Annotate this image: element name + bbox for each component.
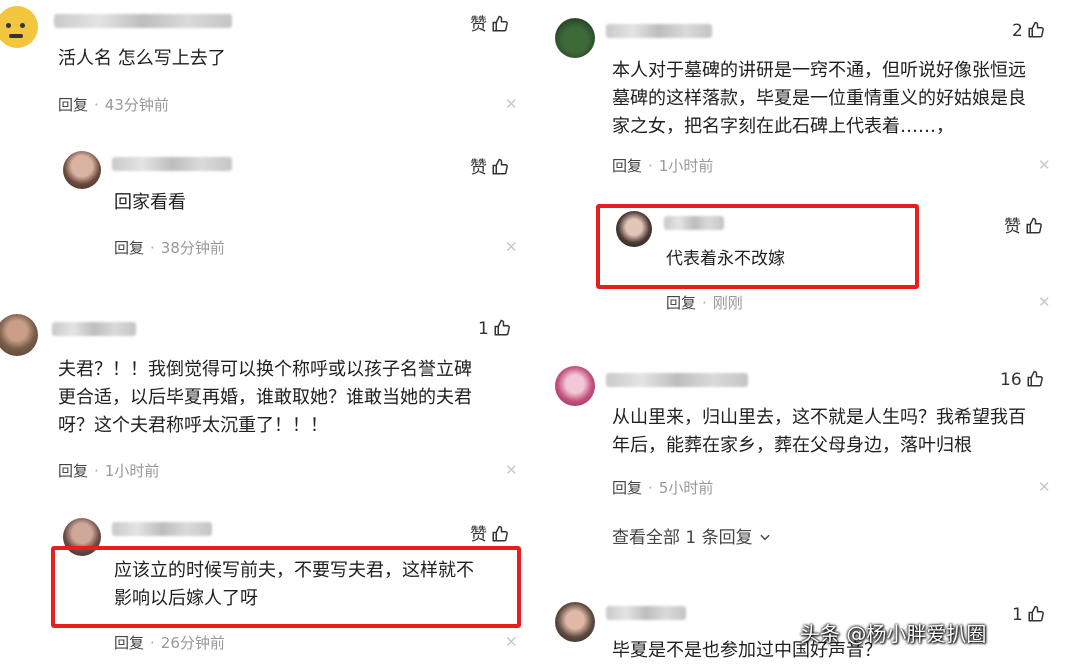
- comment-text-line: 家之女，把名字刻在此石碑上代表着……，: [612, 116, 954, 137]
- like-button[interactable]: 赞: [1004, 212, 1043, 237]
- like-button[interactable]: 1: [478, 319, 511, 339]
- close-icon[interactable]: ✕: [1038, 156, 1051, 174]
- username-blurred[interactable]: [52, 322, 136, 336]
- like-button[interactable]: 赞: [470, 520, 509, 545]
- like-button[interactable]: 赞: [470, 153, 509, 178]
- close-icon[interactable]: ✕: [505, 633, 518, 651]
- avatar[interactable]: [63, 151, 101, 189]
- thumbs-up-icon: [1026, 217, 1042, 234]
- username-blurred[interactable]: [606, 24, 712, 38]
- reply-button[interactable]: 回复: [114, 239, 144, 257]
- chevron-down-icon: [760, 534, 770, 541]
- timestamp: 26分钟前: [160, 634, 225, 652]
- view-all-replies-link[interactable]: 查看全部 1 条回复: [612, 523, 772, 548]
- like-button[interactable]: 赞: [470, 10, 509, 35]
- avatar[interactable]: [555, 366, 595, 406]
- comment-text-line: 呀？这个夫君称呼太沉重了！！！: [58, 415, 328, 436]
- close-icon[interactable]: ✕: [1038, 293, 1051, 311]
- close-icon[interactable]: ✕: [505, 461, 518, 479]
- comment-text-line: 本人对于墓碑的讲研是一窍不通，但听说好像张恒远: [612, 60, 1026, 81]
- username-blurred[interactable]: [664, 216, 724, 230]
- reply-text: 代表着永不改嫁: [666, 249, 785, 269]
- reply-text-line: 影响以后嫁人了呀: [114, 588, 258, 609]
- timestamp: 1小时前: [658, 157, 714, 175]
- thumbs-up-icon: [492, 525, 508, 542]
- comment-text-line: 年后，能葬在家乡，葬在父母身边，落叶归根: [612, 435, 972, 456]
- reply-button[interactable]: 回复: [612, 479, 642, 497]
- username-blurred[interactable]: [606, 606, 686, 620]
- comment-text-line: 更合适，以后毕夏再婚，谁敢取她？谁敢当她的夫君: [58, 387, 472, 408]
- reply-button[interactable]: 回复: [58, 462, 88, 480]
- comment-meta: 回复 · 1小时前: [58, 462, 160, 480]
- reply-button[interactable]: 回复: [612, 157, 642, 175]
- timestamp: 43分钟前: [104, 96, 169, 114]
- comment-meta: 回复 · 43分钟前: [58, 96, 169, 114]
- comment-meta: 回复 · 5小时前: [612, 479, 714, 497]
- reply-button[interactable]: 回复: [114, 634, 144, 652]
- thumbs-up-icon: [492, 15, 508, 32]
- comment-text-line: 墓碑的这样落款，毕夏是一位重情重义的好姑娘是良: [612, 88, 1026, 109]
- timestamp: 5小时前: [658, 479, 714, 497]
- reply-meta: 回复 · 26分钟前: [114, 634, 225, 652]
- close-icon[interactable]: ✕: [505, 238, 518, 256]
- comment-text-line: 从山里来，归山里去，这不就是人生吗？我希望我百: [612, 407, 1026, 428]
- reply-button[interactable]: 回复: [58, 96, 88, 114]
- avatar[interactable]: [0, 314, 38, 356]
- reply-meta: 回复 · 刚刚: [666, 294, 743, 312]
- timestamp: 38分钟前: [160, 239, 225, 257]
- reply-button[interactable]: 回复: [666, 294, 696, 312]
- thumbs-up-icon: [1028, 605, 1044, 622]
- avatar[interactable]: [555, 602, 595, 642]
- avatar[interactable]: [555, 18, 595, 58]
- timestamp: 刚刚: [712, 294, 743, 312]
- comment-meta: 回复 · 1小时前: [612, 157, 714, 175]
- reply-text: 回家看看: [114, 192, 186, 213]
- thumbs-up-icon: [1027, 370, 1043, 387]
- username-blurred[interactable]: [112, 157, 232, 171]
- reply-meta: 回复 · 38分钟前: [114, 239, 225, 257]
- username-blurred[interactable]: [606, 373, 748, 387]
- username-blurred[interactable]: [54, 14, 232, 28]
- like-button[interactable]: 2: [1012, 21, 1045, 41]
- close-icon[interactable]: ✕: [1038, 478, 1051, 496]
- like-button[interactable]: 16: [1000, 370, 1044, 390]
- comment-text: 活人名 怎么写上去了: [58, 48, 226, 69]
- close-icon[interactable]: ✕: [505, 95, 518, 113]
- reply-text-line: 应该立的时候写前夫，不要写夫君，这样就不: [114, 560, 474, 581]
- timestamp: 1小时前: [104, 462, 160, 480]
- like-button[interactable]: 1: [1012, 605, 1045, 625]
- comment-text-line: 夫君？！！我倒觉得可以换个称呼或以孩子名誉立碑: [58, 359, 472, 380]
- thumbs-up-icon: [494, 319, 510, 336]
- thumbs-up-icon: [1028, 21, 1044, 38]
- username-blurred[interactable]: [112, 522, 212, 536]
- watermark: 头条 @杨小胖爱扒圈: [800, 622, 987, 646]
- avatar[interactable]: [0, 6, 38, 48]
- thumbs-up-icon: [492, 158, 508, 175]
- avatar[interactable]: [616, 211, 652, 247]
